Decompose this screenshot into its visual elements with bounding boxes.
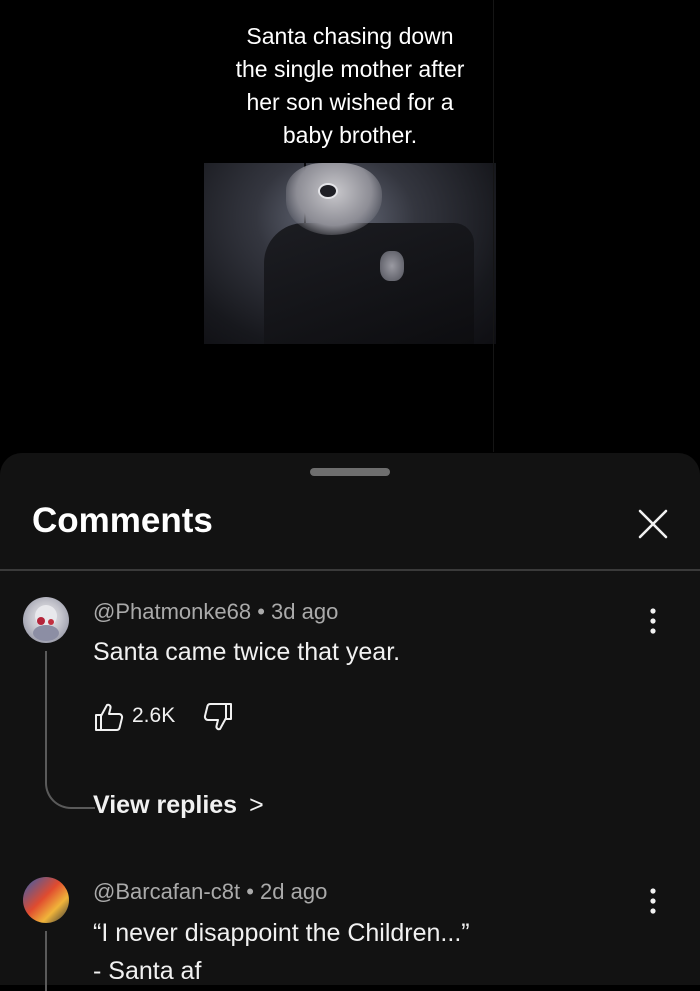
comment-author[interactable]: @Phatmonke68 — [93, 599, 251, 624]
view-replies-button[interactable]: View replies > — [93, 791, 264, 820]
video-player[interactable]: Santa chasing down the single mother aft… — [0, 0, 700, 470]
more-options-icon — [650, 608, 656, 634]
comment-meta: @Phatmonke68 • 3d ago — [93, 599, 338, 625]
reply-thread-line — [45, 651, 95, 809]
header-divider — [0, 569, 700, 571]
comments-title: Comments — [32, 501, 213, 540]
video-edge — [493, 0, 494, 452]
like-button[interactable] — [93, 701, 125, 733]
avatar[interactable] — [23, 597, 69, 643]
comment-options-button[interactable] — [636, 601, 670, 641]
chevron-right-icon: > — [249, 791, 264, 819]
close-icon — [638, 509, 668, 539]
meta-separator: • — [246, 879, 261, 904]
comment-text: Santa came twice that year. — [93, 638, 401, 666]
frame-figure-coat — [264, 223, 474, 344]
comment-meta: @Barcafan-c8t • 2d ago — [93, 879, 327, 905]
reply-thread-line — [45, 931, 47, 991]
close-button[interactable] — [632, 503, 674, 545]
drag-handle[interactable] — [310, 468, 390, 476]
meta-separator: • — [257, 599, 272, 624]
comment-age: 3d ago — [271, 599, 339, 624]
video-caption: Santa chasing down the single mother aft… — [235, 23, 465, 148]
like-count: 2.6K — [132, 704, 176, 727]
avatar[interactable] — [23, 877, 69, 923]
comments-sheet: Comments @Phatmonke68 • 3d ago Santa cam… — [0, 453, 700, 991]
comment-text: - Santa af — [93, 957, 202, 985]
comment-age: 2d ago — [260, 879, 328, 904]
comment-author[interactable]: @Barcafan-c8t — [93, 879, 240, 904]
comment-options-button[interactable] — [636, 881, 670, 921]
video-frame — [204, 163, 496, 344]
comment-text: “I never disappoint the Children...” — [93, 919, 470, 947]
dislike-button[interactable] — [202, 701, 234, 733]
frame-figure-eye — [318, 183, 338, 199]
thumbs-down-icon — [203, 703, 232, 731]
more-options-icon — [650, 888, 656, 914]
frame-figure-glove — [380, 251, 404, 281]
thumbs-up-icon — [95, 703, 124, 731]
view-replies-label: View replies — [93, 791, 238, 819]
